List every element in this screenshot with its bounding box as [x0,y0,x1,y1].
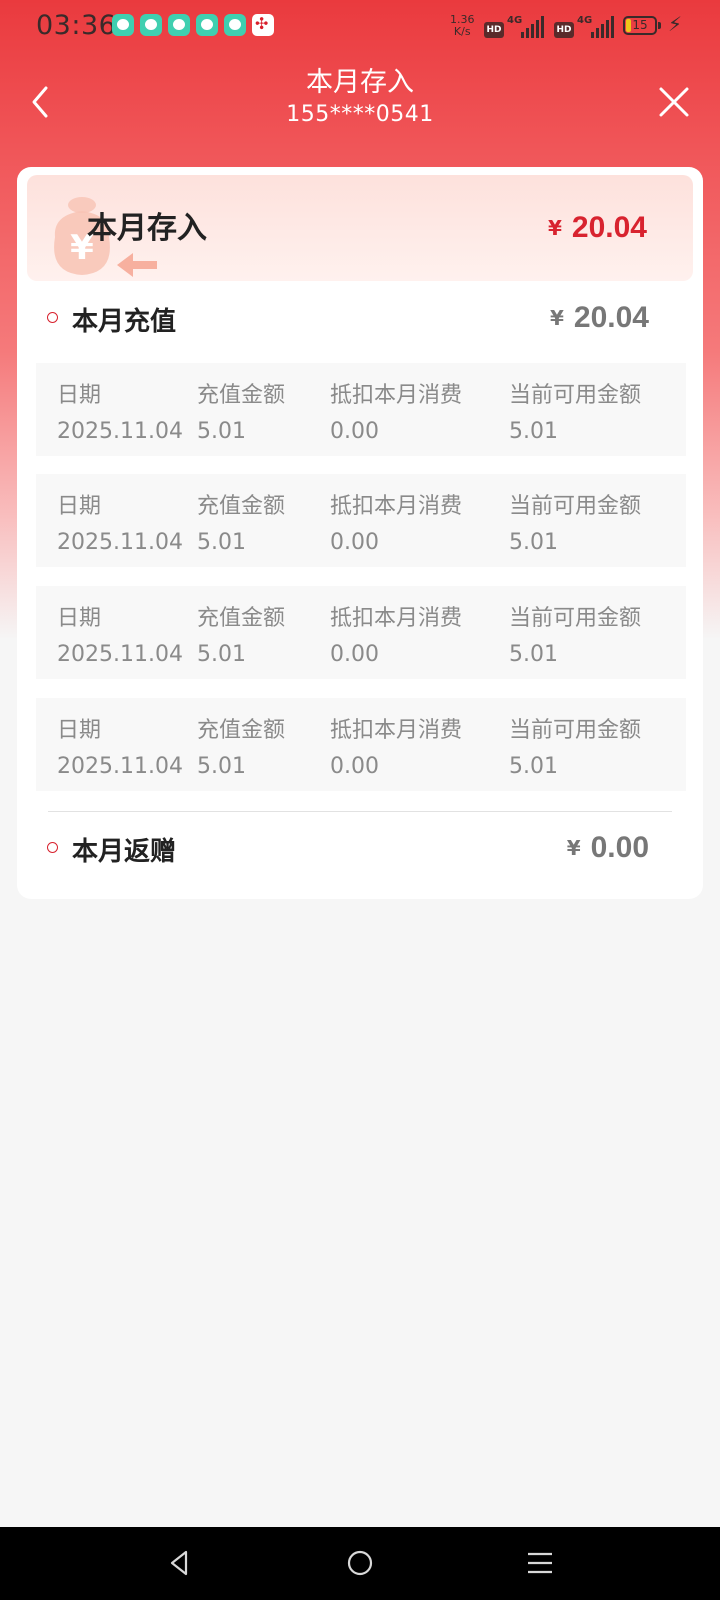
summary-banner: ¥ 本月存入 ¥20.04 [27,175,693,281]
column-header-date: 日期 [57,718,102,743]
record-available: 5.01 [509,642,558,667]
nav-header: 本月存入 155****0541 [0,62,720,142]
record-recharge-amount: 5.01 [197,419,246,444]
column-header-date: 日期 [57,383,102,408]
triangle-back-icon [170,1550,188,1576]
close-icon [659,87,689,117]
recharge-amount: ¥20.04 [550,301,649,335]
record-available: 5.01 [509,419,558,444]
bullet-circle-icon [47,312,58,323]
column-header-available: 当前可用金额 [509,606,642,631]
deposit-card: ¥ 本月存入 ¥20.04 本月充值 ¥20.04 日期 充值金额 抵扣本月消费… [17,167,703,899]
system-navigation-bar [0,1527,720,1600]
column-header-date: 日期 [57,494,102,519]
column-header-recharge-amount: 充值金额 [197,494,286,519]
record-date: 2025.11.04 [57,642,183,667]
notification-icons [112,14,274,36]
column-header-date: 日期 [57,606,102,631]
record-available: 5.01 [509,754,558,779]
column-header-deduction: 抵扣本月消费 [330,718,463,743]
battery-level: 15 [632,18,648,32]
record-deduction: 0.00 [330,419,379,444]
page-title: 本月存入 [306,67,414,98]
column-header-deduction: 抵扣本月消费 [330,606,463,631]
currency-symbol: ¥ [550,306,564,330]
chat-app-icon [196,14,218,36]
network-speed: 1.36 K/s [450,13,475,38]
record-recharge-amount: 5.01 [197,754,246,779]
record-deduction: 0.00 [330,642,379,667]
record-deduction: 0.00 [330,754,379,779]
bonus-amount-value: 0.00 [590,831,649,864]
hd-badge: HD [484,22,504,38]
hd-badge: HD [554,22,574,38]
column-header-recharge-amount: 充值金额 [197,718,286,743]
summary-amount-value: 20.04 [571,211,647,244]
summary-label: 本月存入 [87,211,207,246]
column-header-recharge-amount: 充值金额 [197,606,286,631]
bonus-section-header: 本月返赠 ¥0.00 [47,827,673,867]
bonus-label: 本月返赠 [72,837,177,867]
column-header-deduction: 抵扣本月消费 [330,383,463,408]
phone-number: 155****0541 [286,102,434,127]
column-header-available: 当前可用金额 [509,494,642,519]
column-header-recharge-amount: 充值金额 [197,383,286,408]
system-home-button[interactable] [342,1545,378,1581]
currency-symbol: ¥ [566,836,581,860]
recharge-amount-value: 20.04 [573,301,649,334]
battery-icon: 15 [623,16,657,35]
divider [48,811,672,812]
chat-app-icon [224,14,246,36]
china-unicom-icon [252,14,274,36]
recharge-section-header: 本月充值 ¥20.04 [47,297,673,337]
recharge-label: 本月充值 [72,307,177,337]
system-menu-button[interactable] [522,1545,558,1581]
signal-icon [521,16,544,38]
network-type-label: 4G [577,15,593,26]
record-date: 2025.11.04 [57,754,183,779]
charging-icon: ⚡ [668,12,683,36]
record-recharge-amount: 5.01 [197,642,246,667]
record-available: 5.01 [509,530,558,555]
status-bar: 03:36 1.36 K/s HD 4G HD 4G 15 ⚡ [0,0,720,54]
column-header-available: 当前可用金额 [509,383,642,408]
bullet-circle-icon [47,842,58,853]
record-date: 2025.11.04 [57,419,183,444]
column-header-deduction: 抵扣本月消费 [330,494,463,519]
currency-symbol: ¥ [548,216,562,240]
close-button[interactable] [654,82,694,122]
network-type-label: 4G [507,15,523,26]
summary-amount: ¥20.04 [548,211,647,245]
recharge-record: 日期 充值金额 抵扣本月消费 当前可用金额 2025.11.04 5.01 0.… [36,586,686,679]
chat-app-icon [112,14,134,36]
menu-lines-icon [528,1552,552,1574]
record-deduction: 0.00 [330,530,379,555]
column-header-available: 当前可用金额 [509,718,642,743]
system-back-button[interactable] [162,1545,198,1581]
chat-app-icon [140,14,162,36]
chat-app-icon [168,14,190,36]
recharge-record: 日期 充值金额 抵扣本月消费 当前可用金额 2025.11.04 5.01 0.… [36,698,686,791]
status-time: 03:36 [36,10,117,41]
signal-icon [591,16,614,38]
recharge-record: 日期 充值金额 抵扣本月消费 当前可用金额 2025.11.04 5.01 0.… [36,363,686,456]
circle-home-icon [347,1550,373,1576]
record-recharge-amount: 5.01 [197,530,246,555]
record-date: 2025.11.04 [57,530,183,555]
bonus-amount: ¥0.00 [567,831,649,865]
recharge-record: 日期 充值金额 抵扣本月消费 当前可用金额 2025.11.04 5.01 0.… [36,474,686,567]
